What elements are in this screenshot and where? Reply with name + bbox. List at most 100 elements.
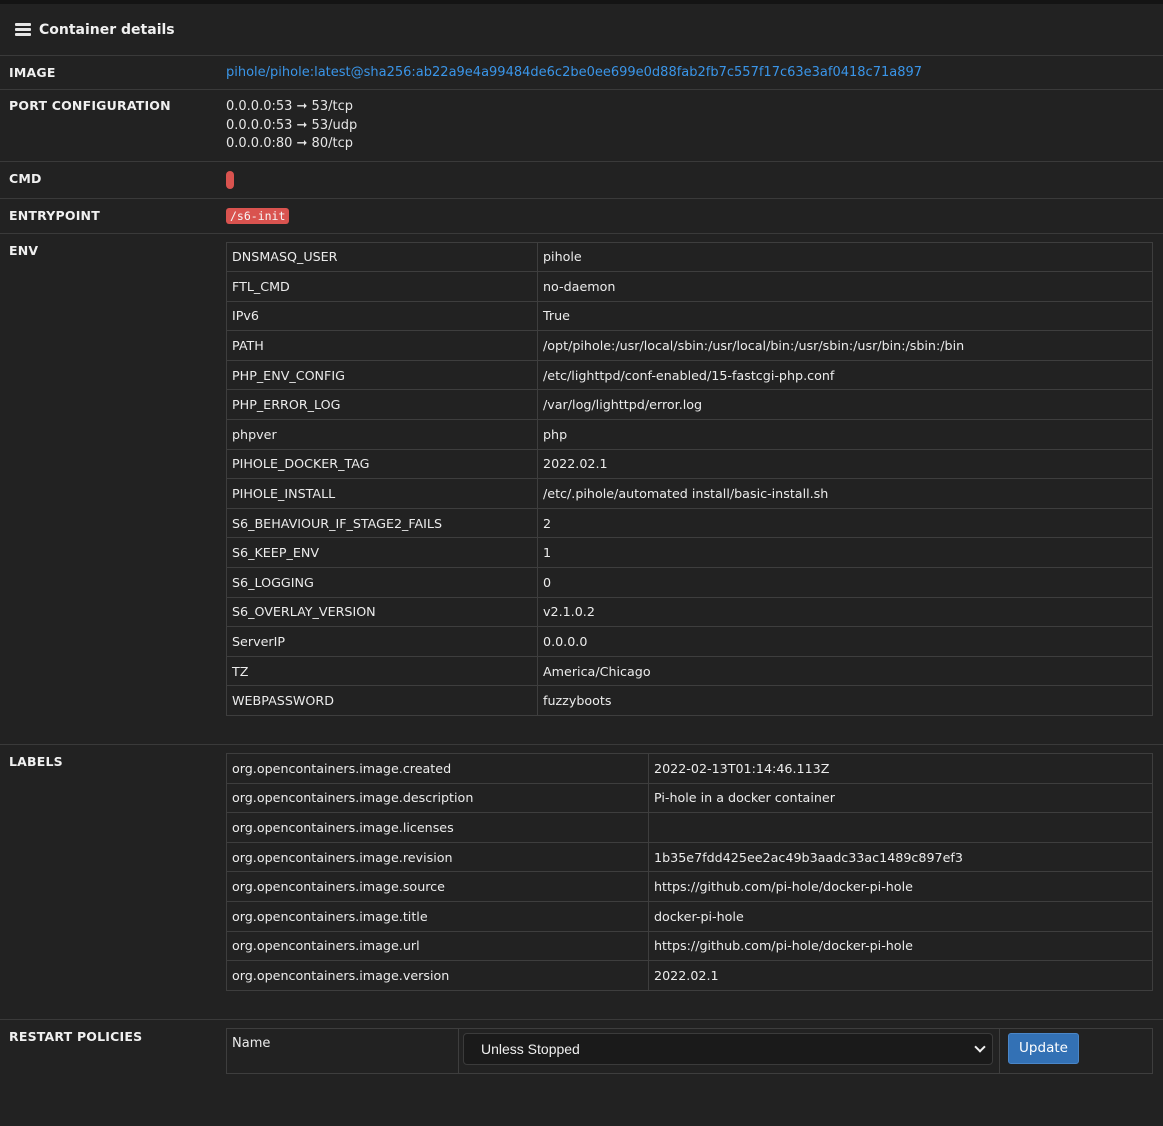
env-value: php <box>537 419 1153 450</box>
table-row: org.opencontainers.image.url https://gith… <box>226 930 1153 962</box>
labels-key: org.opencontainers.image.created <box>226 753 649 784</box>
env-key: PATH <box>226 330 538 361</box>
env-value: pihole <box>537 241 1153 273</box>
env-value: v2.1.0.2 <box>537 596 1153 628</box>
table-row: TZ America/Chicago <box>226 655 1153 687</box>
table-row: PIHOLE_DOCKER_TAG 2022.02.1 <box>226 448 1153 480</box>
table-row: IPv6 True <box>226 300 1153 332</box>
labels-key: org.opencontainers.image.licenses <box>226 812 649 843</box>
env-key: IPv6 <box>226 300 538 332</box>
chevron-down-icon <box>974 1041 986 1053</box>
restart-policy-select[interactable]: Unless Stopped <box>463 1032 993 1065</box>
port-mapping: 0.0.0.0:80 ➞ 80/tcp <box>226 136 353 151</box>
restart-policies-label: RESTART POLICIES <box>9 1028 143 1044</box>
labels-row: LABELS org.opencontainers.image.created 2… <box>0 745 1163 1020</box>
labels-key: org.opencontainers.image.version <box>226 960 649 991</box>
env-value: 2022.02.1 <box>537 448 1153 480</box>
env-value: /etc/.pihole/automated install/basic-ins… <box>537 478 1153 509</box>
env-value: /opt/pihole:/usr/local/sbin:/usr/local/b… <box>537 330 1153 361</box>
env-key: WEBPASSWORD <box>226 685 538 716</box>
port-list: 0.0.0.0:53 ➞ 53/tcp 0.0.0.0:53 ➞ 53/udp … <box>226 90 1163 161</box>
labels-key: org.opencontainers.image.revision <box>226 841 649 873</box>
table-row: PATH/opt/pihole:/usr/local/sbin:/usr/loc… <box>226 330 1153 361</box>
labels-value: docker-pi-hole <box>648 900 1153 932</box>
cmd-row: CMD <box>0 162 1163 199</box>
entrypoint-code: /s6-init <box>226 207 290 224</box>
env-value: 0.0.0.0 <box>537 626 1153 657</box>
env-value: 2 <box>537 507 1153 539</box>
table-row: phpver php <box>226 419 1153 450</box>
table-row: org.opencontainers.image.title docker-pi-… <box>226 900 1153 932</box>
env-value: 1 <box>537 537 1153 569</box>
env-key: S6_LOGGING <box>226 567 538 598</box>
table-row: FTL_CMD no-daemon <box>226 271 1153 302</box>
env-key: FTL_CMD <box>226 271 538 302</box>
env-key: DNSMASQ_USER <box>226 241 538 273</box>
restart-name-label: Name <box>226 1027 459 1074</box>
env-value: /var/log/lighttpd/error.log <box>537 389 1153 421</box>
env-value: no-daemon <box>537 271 1153 302</box>
port-mapping: 0.0.0.0:53 ➞ 53/udp <box>226 117 358 133</box>
restart-policy-selected: Unless Stopped <box>481 1040 580 1057</box>
env-key: PIHOLE_DOCKER_TAG <box>226 448 538 480</box>
table-row: S6_LOGGING 0 <box>226 567 1153 598</box>
table-row: org.opencontainers.image.revision 1b35e7f… <box>226 841 1153 873</box>
env-key: PIHOLE_INSTALL <box>226 478 538 509</box>
update-button[interactable]: Update <box>1008 1032 1079 1064</box>
env-value: True <box>537 300 1153 332</box>
image-row: IMAGE pihole/pihole:latest@sha256:ab22a9… <box>0 56 1163 90</box>
labels-value: 2022-02-13T01:14:46.113Z <box>648 753 1153 784</box>
table-row: ServerIP 0.0.0.0 <box>226 626 1153 657</box>
labels-value: 1b35e7fdd425ee2ac49b3aadc33ac1489c897ef3 <box>648 841 1153 873</box>
labels-value: Pi-hole in a docker container <box>648 782 1153 814</box>
table-row: WEBPASSWORD fuzzyboots <box>226 685 1153 716</box>
panel-title: Container details <box>39 21 175 38</box>
env-key: phpver <box>226 419 538 450</box>
table-row: S6_KEEP_ENV 1 <box>226 537 1153 569</box>
entrypoint-row: ENTRYPOINT /s6-init <box>0 199 1163 234</box>
env-value: 0 <box>537 567 1153 598</box>
table-row: org.opencontainers.image.source https://g… <box>226 871 1153 902</box>
table-row: org.opencontainers.image.version 2022.02.… <box>226 960 1153 991</box>
env-key: S6_KEEP_ENV <box>226 537 538 569</box>
table-row: org.opencontainers.image.licenses <box>226 812 1153 843</box>
labels-value: https://github.com/pi-hole/docker-pi-hol… <box>648 871 1153 902</box>
image-label: IMAGE <box>9 65 56 80</box>
port-mapping: 0.0.0.0:53 ➞ 53/tcp <box>226 99 353 114</box>
env-row: ENV DNSMASQ_USER pihole FTL_CMD no-daemon IP… <box>0 234 1163 745</box>
table-row: S6_OVERLAY_VERSION v2.1.0.2 <box>226 596 1153 628</box>
server-list-icon <box>15 23 31 36</box>
labels-value: https://github.com/pi-hole/docker-pi-hol… <box>648 930 1153 962</box>
env-value: America/Chicago <box>537 655 1153 687</box>
table-row: PHP_ENV_CONFIG/etc/lighttpd/conf-enabled… <box>226 359 1153 391</box>
labels-key: org.opencontainers.image.source <box>226 871 649 902</box>
env-table: DNSMASQ_USER pihole FTL_CMD no-daemon IPv6 Tr… <box>226 241 1153 717</box>
env-value: /etc/lighttpd/conf-enabled/15-fastcgi-ph… <box>537 359 1153 391</box>
env-key: S6_BEHAVIOUR_IF_STAGE2_FAILS <box>226 507 538 539</box>
entrypoint-label: ENTRYPOINT <box>9 207 100 223</box>
table-row: org.opencontainers.image.description Pi-h… <box>226 782 1153 814</box>
restart-policies-row: RESTART POLICIES Name Unless Stopped Upd… <box>0 1020 1163 1082</box>
env-key: TZ <box>226 655 538 687</box>
labels-key: org.opencontainers.image.description <box>226 782 649 814</box>
panel-header: Container details <box>0 4 1163 56</box>
labels-key: org.opencontainers.image.url <box>226 930 649 962</box>
labels-value: 2022.02.1 <box>648 960 1153 991</box>
table-row: DNSMASQ_USER pihole <box>226 241 1153 273</box>
image-link[interactable]: pihole/pihole:latest@sha256:ab22a9e4a994… <box>226 65 922 80</box>
labels-value <box>648 812 1153 843</box>
port-configuration-row: PORT CONFIGURATION 0.0.0.0:53 ➞ 53/tcp 0… <box>0 90 1163 162</box>
labels-label: LABELS <box>9 754 63 769</box>
env-key: ServerIP <box>226 626 538 657</box>
env-key: PHP_ERROR_LOG <box>226 389 538 421</box>
table-row: PHP_ERROR_LOG/var/log/lighttpd/error.log <box>226 389 1153 421</box>
table-row: S6_BEHAVIOUR_IF_STAGE2_FAILS 2 <box>226 507 1153 539</box>
labels-key: org.opencontainers.image.title <box>226 900 649 932</box>
table-row: org.opencontainers.image.created 2022-02-… <box>226 753 1153 784</box>
env-label: ENV <box>9 242 39 258</box>
labels-table: org.opencontainers.image.created 2022-02-… <box>226 753 1153 991</box>
container-details-panel: Container details IMAGE pihole/pihole:la… <box>0 0 1163 1126</box>
env-key: PHP_ENV_CONFIG <box>226 359 538 391</box>
env-value: fuzzyboots <box>537 685 1153 716</box>
cmd-label: CMD <box>9 170 42 186</box>
